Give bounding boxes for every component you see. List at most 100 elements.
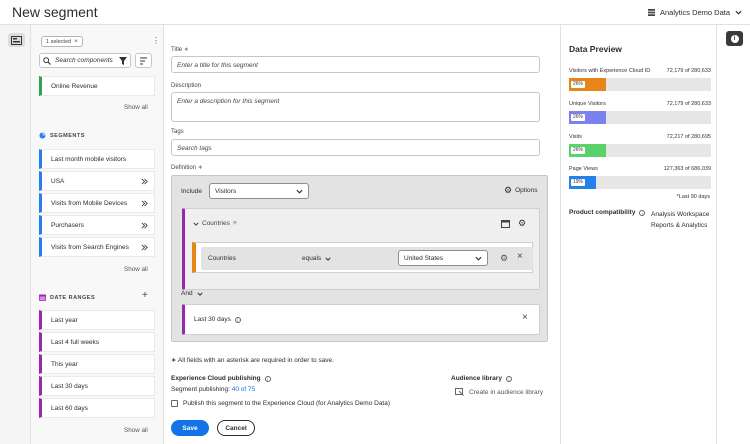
- metric-percent: 26%: [571, 114, 586, 121]
- data-preview-footnote: *Last 90 days: [676, 194, 710, 200]
- add-date-range-icon[interactable]: +: [142, 291, 148, 301]
- value-dropdown[interactable]: United States: [398, 250, 488, 266]
- gear-icon[interactable]: ⚙: [518, 218, 526, 229]
- close-icon[interactable]: ×: [517, 251, 523, 262]
- include-dropdown[interactable]: Visitors: [209, 183, 309, 199]
- show-all-link[interactable]: Show all: [124, 104, 148, 111]
- list-item-label: Online Revenue: [51, 82, 98, 90]
- create-audience-link[interactable]: Create in audience library: [455, 388, 543, 396]
- ec-publishing-header: Experience Cloud publishing i: [171, 375, 271, 382]
- chevron-down-icon: [196, 292, 203, 296]
- info-icon[interactable]: i: [264, 375, 271, 382]
- more-options-icon[interactable]: ⋮: [152, 37, 160, 45]
- segment-item[interactable]: Visits from Search Engines: [39, 237, 155, 257]
- metric-percent: 19%: [571, 179, 586, 186]
- ec-publishing-label: Experience Cloud publishing: [171, 375, 261, 382]
- date-range-item[interactable]: Last year: [39, 310, 155, 330]
- date-range-item[interactable]: Last 60 days: [39, 398, 155, 418]
- chevron-down-icon: [735, 10, 742, 15]
- search-input[interactable]: Search components: [55, 57, 113, 64]
- publish-checkbox-row[interactable]: Publish this segment to the Experience C…: [171, 400, 390, 407]
- condition-row[interactable]: Countries equals United States ⚙ ×: [192, 242, 533, 273]
- metric-row: Visits 72,217 of 280,695 26%: [569, 134, 711, 158]
- metric-value: 72,217 of 280,695: [666, 134, 711, 140]
- metric-percent: 26%: [571, 147, 586, 154]
- selected-chip[interactable]: 1 selected ×: [41, 36, 83, 47]
- report-suite-name: Analytics Demo Data: [659, 8, 730, 17]
- tags-label: Tags: [171, 129, 184, 135]
- description-textarea[interactable]: Enter a description for this segment: [171, 92, 540, 122]
- segments-header-label: SEGMENTS: [50, 132, 85, 139]
- data-preview-panel: Data Preview Visitors with Experience Cl…: [560, 25, 716, 444]
- condition-dimension: Countries: [208, 255, 236, 262]
- search-icon: [43, 56, 51, 65]
- metric-value: 72,179 of 280,633: [666, 101, 711, 107]
- segment-publishing-count-link[interactable]: 40 of 75: [232, 386, 256, 393]
- show-all-link[interactable]: Show all: [124, 266, 148, 273]
- segment-publishing-info: Segment publishing: 40 of 75: [171, 386, 255, 393]
- show-all-link[interactable]: Show all: [124, 427, 148, 434]
- metric-row: Page Views 127,363 of 686,039 19%: [569, 166, 711, 190]
- date-range-value: Last 30 days: [194, 316, 231, 323]
- filter-segment-icon: [141, 200, 148, 206]
- metric-bar-track: 26%: [569, 144, 711, 157]
- tags-input[interactable]: Search tags: [171, 139, 540, 156]
- audience-icon: [455, 388, 464, 396]
- gear-icon[interactable]: ⚙: [500, 253, 508, 264]
- date-range-item[interactable]: Last 30 days: [39, 376, 155, 396]
- date-range-container[interactable]: Last 30 days i ×: [182, 304, 540, 335]
- components-panel: 1 selected × ⋮ Search components Online …: [31, 25, 164, 444]
- and-label: And: [181, 290, 193, 297]
- product-compatibility-header: Product compatibility i: [569, 209, 646, 216]
- list-item-online-revenue[interactable]: Online Revenue: [39, 76, 155, 96]
- sort-button[interactable]: [135, 53, 152, 68]
- segment-item[interactable]: Last month mobile visitors: [39, 149, 155, 169]
- container-view-icon[interactable]: [501, 220, 510, 228]
- date-range-item-label: Last 60 days: [51, 404, 88, 412]
- chevron-down-icon: [193, 222, 199, 226]
- cancel-button[interactable]: Cancel: [217, 420, 255, 436]
- publish-checkbox-label: Publish this segment to the Experience C…: [183, 400, 391, 407]
- container-header[interactable]: Countries ≡: [193, 220, 237, 227]
- countries-container[interactable]: Countries ≡ ⚙ Countries equals United St…: [182, 208, 540, 290]
- segment-item-label: Purchasers: [51, 221, 84, 229]
- condition-value: United States: [404, 254, 444, 262]
- metric-row: Unique Visitors 72,179 of 280,633 26%: [569, 101, 711, 125]
- info-icon: i: [730, 34, 739, 43]
- info-panel-button[interactable]: i: [726, 31, 743, 46]
- report-suite-selector[interactable]: Analytics Demo Data: [647, 8, 742, 17]
- date-range-item[interactable]: Last 4 full weeks: [39, 332, 155, 352]
- date-range-item-label: This year: [51, 360, 78, 368]
- operator-dropdown[interactable]: equals: [302, 255, 331, 262]
- include-label: Include: [181, 188, 202, 195]
- segment-item[interactable]: USA: [39, 171, 155, 191]
- publish-checkbox[interactable]: [171, 400, 178, 407]
- audience-library-header: Audience library i: [451, 375, 512, 382]
- definition-label: Definition ∗: [171, 165, 203, 171]
- filter-icon[interactable]: [119, 56, 127, 65]
- options-label: Options: [515, 187, 538, 194]
- segment-item[interactable]: Visits from Mobile Devices: [39, 193, 155, 213]
- close-icon[interactable]: ×: [74, 38, 78, 45]
- date-range-item[interactable]: This year: [39, 354, 155, 374]
- date-range-row: Last 30 days i: [194, 316, 241, 323]
- title-input[interactable]: Enter a title for this segment: [171, 56, 540, 73]
- left-rail: [0, 25, 31, 444]
- components-panel-button[interactable]: [8, 33, 25, 47]
- options-button[interactable]: ⚙ Options: [504, 186, 538, 195]
- close-icon[interactable]: ×: [522, 312, 528, 323]
- metric-value: 72,179 of 280,633: [666, 68, 711, 74]
- top-bar: New segment Analytics Demo Data: [0, 0, 750, 25]
- info-icon[interactable]: i: [639, 209, 646, 216]
- save-button[interactable]: Save: [171, 420, 209, 436]
- search-components[interactable]: Search components: [39, 53, 131, 68]
- panel-icon: [11, 35, 22, 45]
- metric-row: Visitors with Experience Cloud ID 72,179 …: [569, 68, 711, 92]
- sort-icon: [140, 57, 147, 64]
- segment-item[interactable]: Purchasers: [39, 215, 155, 235]
- compat-value: Analysis Workspace: [651, 211, 710, 218]
- info-icon[interactable]: i: [234, 316, 241, 323]
- and-operator[interactable]: And: [181, 290, 203, 297]
- info-icon[interactable]: i: [505, 375, 512, 382]
- segment-item-label: Visits from Mobile Devices: [51, 199, 128, 207]
